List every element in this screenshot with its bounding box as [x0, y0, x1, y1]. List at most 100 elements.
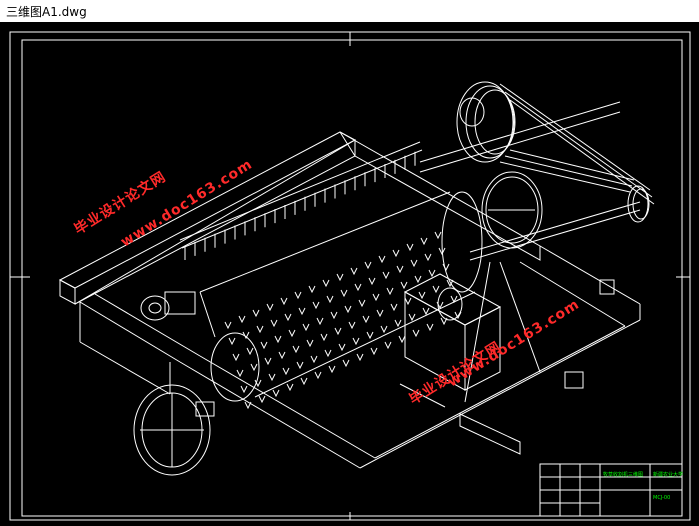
drum-tine: [302, 323, 310, 332]
drum-tine: [414, 275, 422, 284]
drum-tine: [288, 329, 296, 338]
drum-tine: [240, 385, 248, 394]
drum-tine: [432, 285, 440, 294]
drum-tine: [398, 335, 406, 344]
drum-tine: [342, 359, 350, 368]
drum-tine: [260, 341, 268, 350]
window-title: 三维图A1.dwg: [6, 5, 87, 19]
drum-tine: [348, 321, 356, 330]
drum-tine: [314, 371, 322, 380]
drum-tine: [440, 317, 448, 326]
drum-tine: [404, 297, 412, 306]
drum-tine: [362, 315, 370, 324]
drum-tine: [394, 319, 402, 328]
drum-tine: [382, 271, 390, 280]
drum-tine: [336, 273, 344, 282]
drum-tine: [330, 311, 338, 320]
flywheel: [481, 171, 543, 249]
drum-tine: [322, 279, 330, 288]
drum-tine: [252, 309, 260, 318]
left-bearing: [140, 291, 196, 321]
drum-tine: [400, 281, 408, 290]
title-block-company: 新疆农业大学: [653, 472, 684, 478]
drum-tine: [366, 331, 374, 340]
drum-tine: [386, 287, 394, 296]
comb-teeth: [184, 151, 416, 260]
drum-tine: [418, 291, 426, 300]
drum-tine: [370, 347, 378, 356]
drum-tine: [352, 337, 360, 346]
drum-tine: [396, 265, 404, 274]
drum-tine: [406, 243, 414, 252]
drum-tine: [410, 259, 418, 268]
window-titlebar: 三维图A1.dwg: [0, 0, 699, 22]
drum-tine: [306, 339, 314, 348]
drum-tine: [292, 345, 300, 354]
drum-tine: [426, 323, 434, 332]
drum-tine: [316, 317, 324, 326]
drum-tine: [284, 313, 292, 322]
drum-tine: [250, 363, 258, 372]
drum-tine: [264, 357, 272, 366]
drum-tine: [286, 383, 294, 392]
drum-tine: [312, 301, 320, 310]
drum-tine: [340, 289, 348, 298]
outer-border: [9, 31, 691, 521]
drum-tine: [408, 313, 416, 322]
v-belts: [499, 83, 655, 205]
cad-drawing: [9, 31, 691, 521]
drum-tine: [246, 347, 254, 356]
drum-tine: [278, 351, 286, 360]
drum-tine: [308, 285, 316, 294]
drum-tine: [256, 325, 264, 334]
drum-tine: [390, 303, 398, 312]
drum-tine: [324, 349, 332, 358]
drum-tine: [454, 311, 462, 320]
drum-tine: [364, 261, 372, 270]
drum-tine: [376, 309, 384, 318]
title-block-drawing-no: MCJ-00: [653, 495, 671, 501]
drum-tine: [380, 325, 388, 334]
drum-tine: [268, 373, 276, 382]
drum-tine: [236, 369, 244, 378]
drum-tine: [238, 315, 246, 324]
drive-shaft: [419, 101, 641, 261]
drum-tine: [420, 237, 428, 246]
drum-tine: [272, 389, 280, 398]
drum-tine: [258, 395, 266, 404]
top-pulley: [456, 81, 516, 163]
title-block-drawing-name: 牧草收割机三维图: [603, 472, 644, 478]
drum-tine: [368, 277, 376, 286]
drum-tine: [372, 293, 380, 302]
drum-tine: [422, 307, 430, 316]
wheel: [133, 384, 215, 476]
drum-tine: [294, 291, 302, 300]
drum-tine: [326, 295, 334, 304]
drum-tine: [356, 353, 364, 362]
drum-tine: [434, 231, 442, 240]
drum-tine: [338, 343, 346, 352]
drum-tine: [350, 267, 358, 276]
drum-tine: [282, 367, 290, 376]
drum-tine: [442, 263, 450, 272]
drum-tine: [266, 303, 274, 312]
drum-tine: [224, 321, 232, 330]
drum-tine: [334, 327, 342, 336]
drum-tine: [270, 319, 278, 328]
cad-drawing-canvas[interactable]: 牧草收割机三维图 新疆农业大学 MCJ-00 毕业设计论文网 www.doc16…: [0, 22, 699, 526]
drum-tine: [232, 353, 240, 362]
drum-tine: [378, 255, 386, 264]
drum-tine: [354, 283, 362, 292]
drum-tine: [298, 307, 306, 316]
drum-tine: [296, 361, 304, 370]
drum-tine: [310, 355, 318, 364]
drum-tine: [280, 297, 288, 306]
drum-tine: [300, 377, 308, 386]
drum-tine: [428, 269, 436, 278]
drum-tine: [424, 253, 432, 262]
drum-tine: [412, 329, 420, 338]
right-pulley: [627, 185, 650, 223]
drum-tine: [244, 401, 252, 410]
drum-tine: [228, 337, 236, 346]
drum-tine: [358, 299, 366, 308]
